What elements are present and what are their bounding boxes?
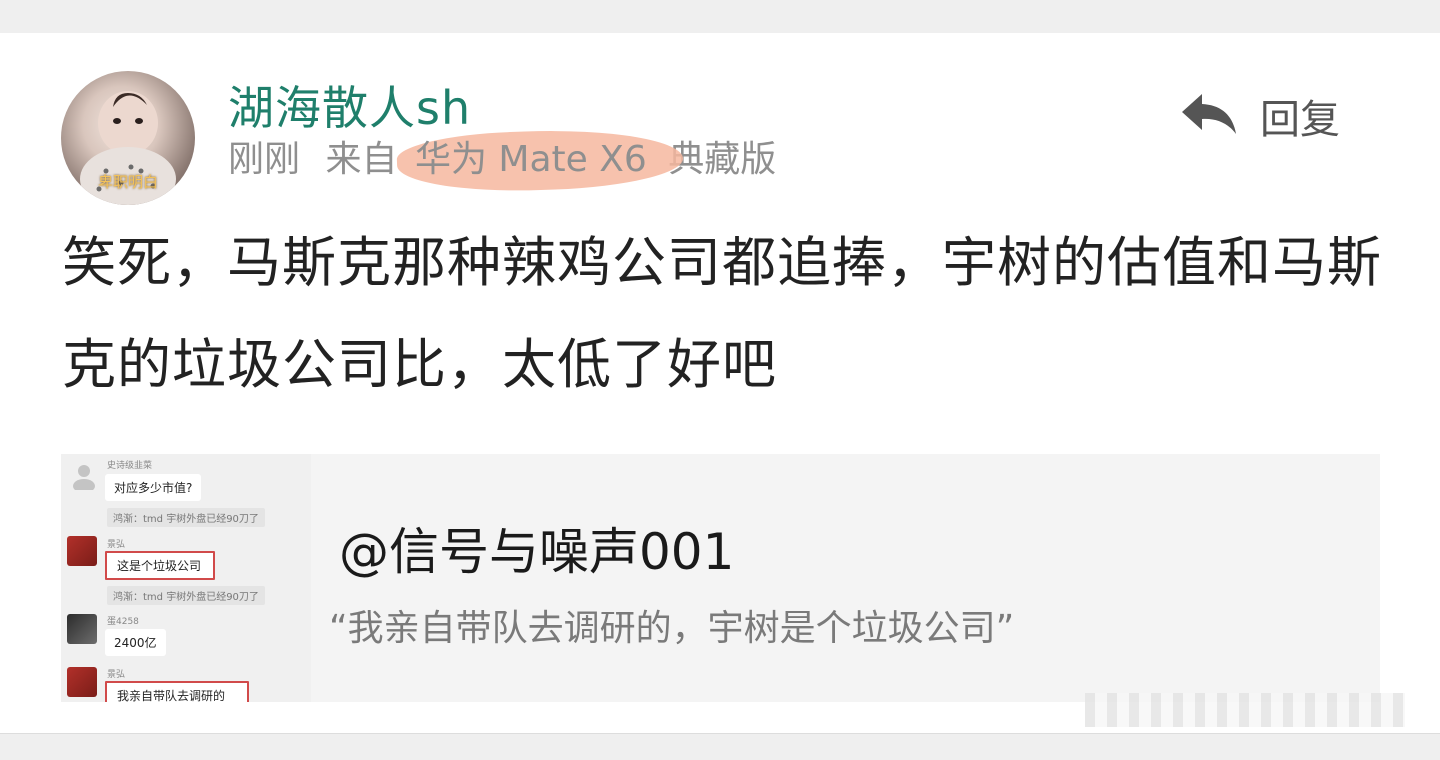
comment-card: 卑职明白 湖海散人sh 刚刚 来自 华为 Mate X6 典藏版 回复 笑死，马… <box>0 0 1440 733</box>
chat-system-message: 鸿渐：tmd 宇树外盘已经90刀了 <box>107 508 265 527</box>
post-time: 刚刚 <box>228 139 301 180</box>
chat-system-message: 鸿渐：tmd 宇树外盘已经90刀了 <box>107 586 265 605</box>
post-text: 笑死，马斯克那种辣鸡公司都追捧，宇树的估值和马斯克的垃圾公司比，太低了好吧 <box>62 231 1382 396</box>
username[interactable]: 湖海散人sh <box>228 72 471 138</box>
user-avatar[interactable]: 卑职明白 <box>61 71 195 205</box>
chat-sender-name: 景弘 <box>107 540 126 550</box>
quote-text: “我亲自带队去调研的，宇树是个垃圾公司” <box>329 608 1015 649</box>
device-name: 华为 Mate X6 <box>414 139 647 180</box>
avatar-caption: 卑职明白 <box>97 173 158 191</box>
chat-bubble: 对应多少市值? <box>105 474 202 501</box>
chat-sender-name: 景弘 <box>107 670 126 680</box>
chat-sender-name: 史诗级韭菜 <box>107 461 153 471</box>
chat-avatar <box>67 667 97 697</box>
post-meta: 刚刚 来自 华为 Mate X6 典藏版 <box>228 130 776 182</box>
device-suffix: 典藏版 <box>668 139 777 180</box>
device-name-highlight: 华为 Mate X6 <box>409 139 653 180</box>
chat-bubble: 2400亿 <box>105 629 166 656</box>
chat-sender-name: 蛋4258 <box>107 617 139 627</box>
reply-label: 回复 <box>1260 97 1340 143</box>
watermark-pattern <box>1085 693 1405 727</box>
chat-avatar <box>67 536 97 566</box>
default-avatar-icon <box>73 465 95 490</box>
quote-mention[interactable]: @信号与噪声001 <box>339 512 734 584</box>
bottom-divider <box>0 733 1440 760</box>
reply-arrow-icon <box>1180 92 1238 140</box>
chat-screenshot-thumbnail[interactable]: 史诗级韭菜 对应多少市值? 鸿渐：tmd 宇树外盘已经90刀了 景弘 这是个垃圾… <box>61 454 311 702</box>
source-prefix: 来自 <box>325 139 398 180</box>
quote-card[interactable]: 史诗级韭菜 对应多少市值? 鸿渐：tmd 宇树外盘已经90刀了 景弘 这是个垃圾… <box>61 454 1380 702</box>
reply-button[interactable]: 回复 <box>1180 88 1340 144</box>
chat-bubble-highlighted: 我亲自带队去调研的 <box>105 681 250 702</box>
chat-avatar <box>67 614 97 644</box>
chat-bubble-highlighted: 这是个垃圾公司 <box>105 551 216 580</box>
